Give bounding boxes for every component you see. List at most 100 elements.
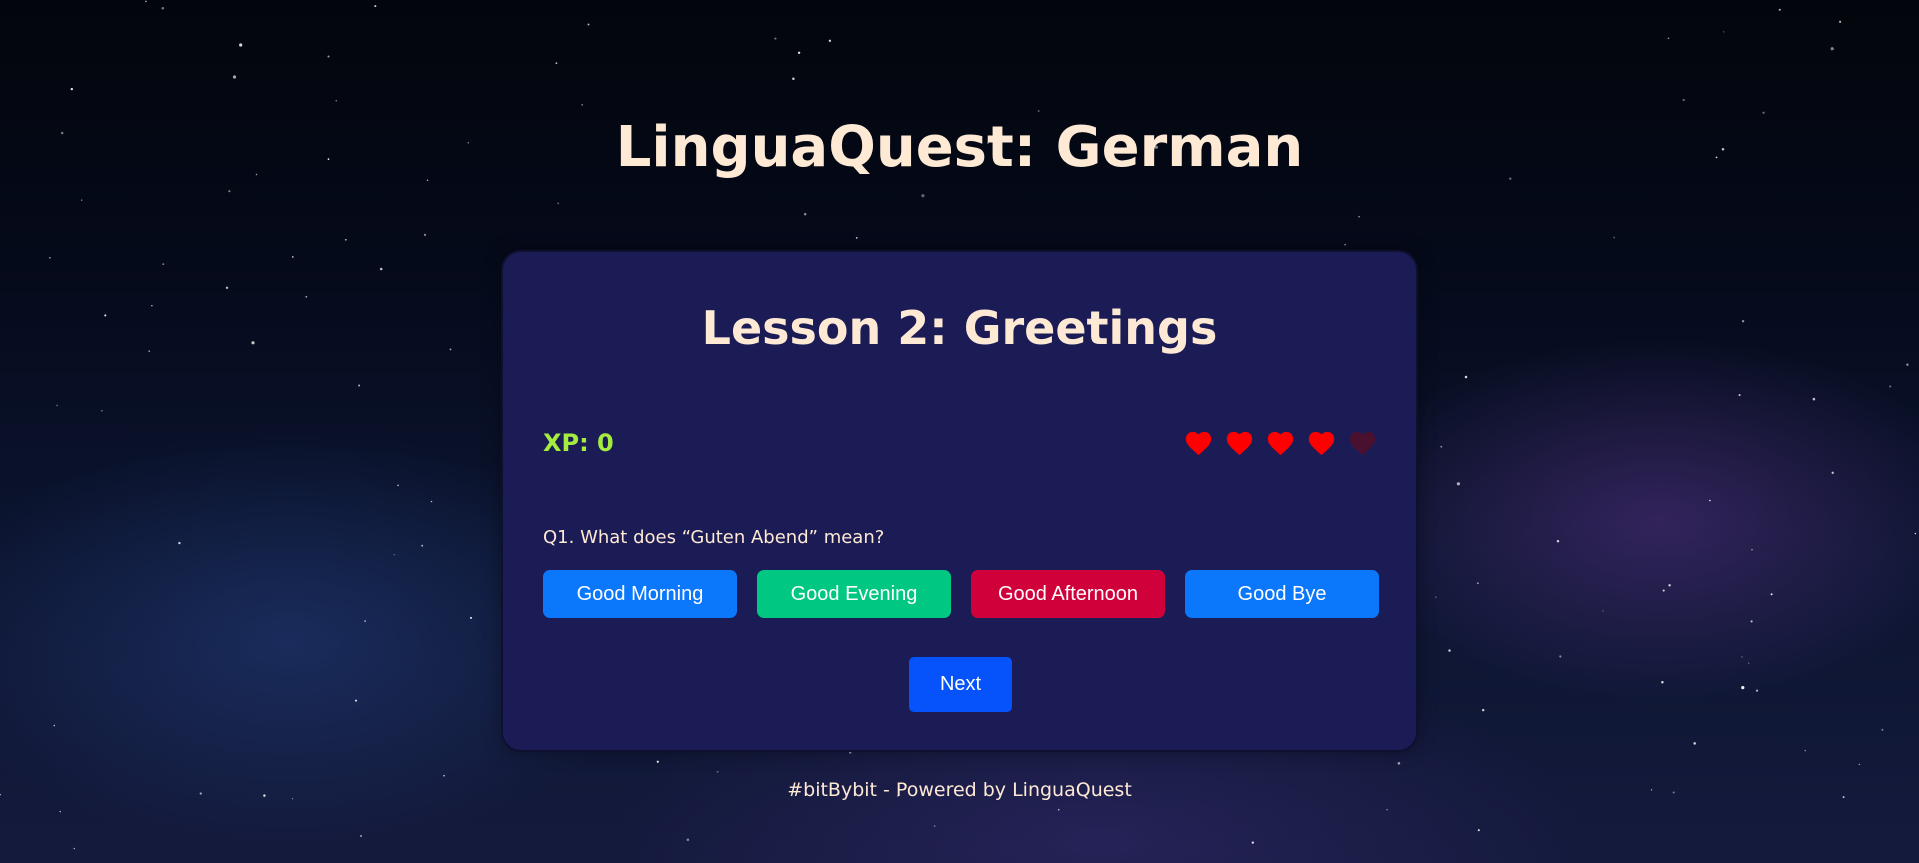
option-good-bye-button[interactable]: Good Bye <box>1185 570 1379 618</box>
star <box>1858 763 1861 766</box>
star <box>1812 397 1816 401</box>
star <box>1804 749 1807 752</box>
footer-text: #bitBybit - Powered by LinguaQuest <box>787 779 1132 801</box>
star <box>1477 582 1479 584</box>
star <box>1693 742 1696 745</box>
star <box>443 774 445 777</box>
star <box>1602 610 1604 612</box>
star <box>70 87 74 91</box>
star <box>354 699 358 702</box>
star <box>1613 236 1616 239</box>
star <box>397 484 399 487</box>
star <box>101 410 103 412</box>
lives-indicator <box>1183 428 1378 456</box>
star <box>430 500 433 503</box>
star <box>359 834 363 838</box>
star <box>686 838 690 842</box>
heart-icon <box>1267 431 1294 456</box>
star <box>555 62 558 65</box>
star <box>49 257 51 259</box>
star <box>56 404 58 407</box>
star <box>1464 375 1468 379</box>
star <box>1559 655 1562 658</box>
star <box>232 75 237 79</box>
heart-icon <box>1349 431 1376 456</box>
star <box>1741 656 1743 658</box>
star <box>1344 243 1346 246</box>
star <box>1435 596 1437 598</box>
star <box>1741 686 1745 690</box>
star <box>774 37 777 40</box>
star <box>59 810 61 813</box>
star <box>1830 47 1834 51</box>
star <box>1448 649 1451 652</box>
star <box>1778 8 1781 11</box>
star <box>933 825 936 827</box>
star <box>291 256 294 258</box>
star <box>1709 499 1711 502</box>
app-title: LinguaQuest: German <box>615 115 1304 180</box>
star <box>1481 708 1485 712</box>
star <box>327 55 330 58</box>
star <box>557 202 560 205</box>
star <box>1057 808 1060 811</box>
star <box>1386 809 1388 811</box>
star <box>1682 98 1685 102</box>
option-good-morning-button[interactable]: Good Morning <box>543 570 737 618</box>
star <box>421 544 424 547</box>
star <box>1889 385 1892 388</box>
star <box>145 0 147 3</box>
star <box>1881 728 1884 731</box>
star <box>1661 681 1664 684</box>
star <box>423 233 427 237</box>
star <box>379 267 383 271</box>
star <box>797 51 801 54</box>
star <box>1831 471 1834 474</box>
star <box>1667 37 1670 40</box>
star <box>161 6 165 10</box>
heart-icon <box>1308 431 1335 456</box>
star <box>335 100 337 102</box>
star <box>228 190 231 193</box>
star <box>1906 363 1909 366</box>
star <box>53 724 56 727</box>
star <box>1750 620 1753 623</box>
star <box>73 847 76 850</box>
star <box>1741 320 1745 323</box>
star <box>716 770 719 773</box>
star <box>1456 482 1460 486</box>
star <box>1770 593 1773 596</box>
star <box>162 263 165 265</box>
xp-counter: XP: 0 <box>543 429 614 457</box>
star <box>251 341 255 345</box>
star <box>1751 549 1753 551</box>
star <box>587 23 590 26</box>
star <box>104 314 107 317</box>
star <box>921 194 925 198</box>
star <box>792 77 795 81</box>
star <box>178 541 181 545</box>
star <box>855 237 858 239</box>
question-text: Q1. What does “Guten Abend” mean? <box>543 527 885 548</box>
star <box>1251 841 1254 844</box>
lesson-card: Lesson 2: Greetings XP: 0 Q1. What does … <box>501 250 1418 752</box>
option-good-afternoon-button[interactable]: Good Afternoon <box>971 570 1165 618</box>
star <box>148 350 150 352</box>
star <box>1839 20 1842 23</box>
next-button[interactable]: Next <box>909 657 1012 712</box>
star <box>469 616 473 619</box>
heart-icon <box>1185 431 1212 456</box>
star <box>656 760 659 763</box>
heart-icon <box>1226 431 1253 456</box>
star <box>1556 539 1560 543</box>
star <box>1358 215 1360 218</box>
answer-options: Good Morning Good Evening Good Afternoon… <box>543 570 1379 618</box>
star <box>1662 589 1665 592</box>
star <box>1477 829 1480 832</box>
option-good-evening-button[interactable]: Good Evening <box>757 570 951 618</box>
star <box>449 348 452 351</box>
lesson-title: Lesson 2: Greetings <box>701 301 1218 355</box>
star <box>305 295 308 298</box>
star <box>364 620 366 622</box>
star <box>803 212 807 216</box>
